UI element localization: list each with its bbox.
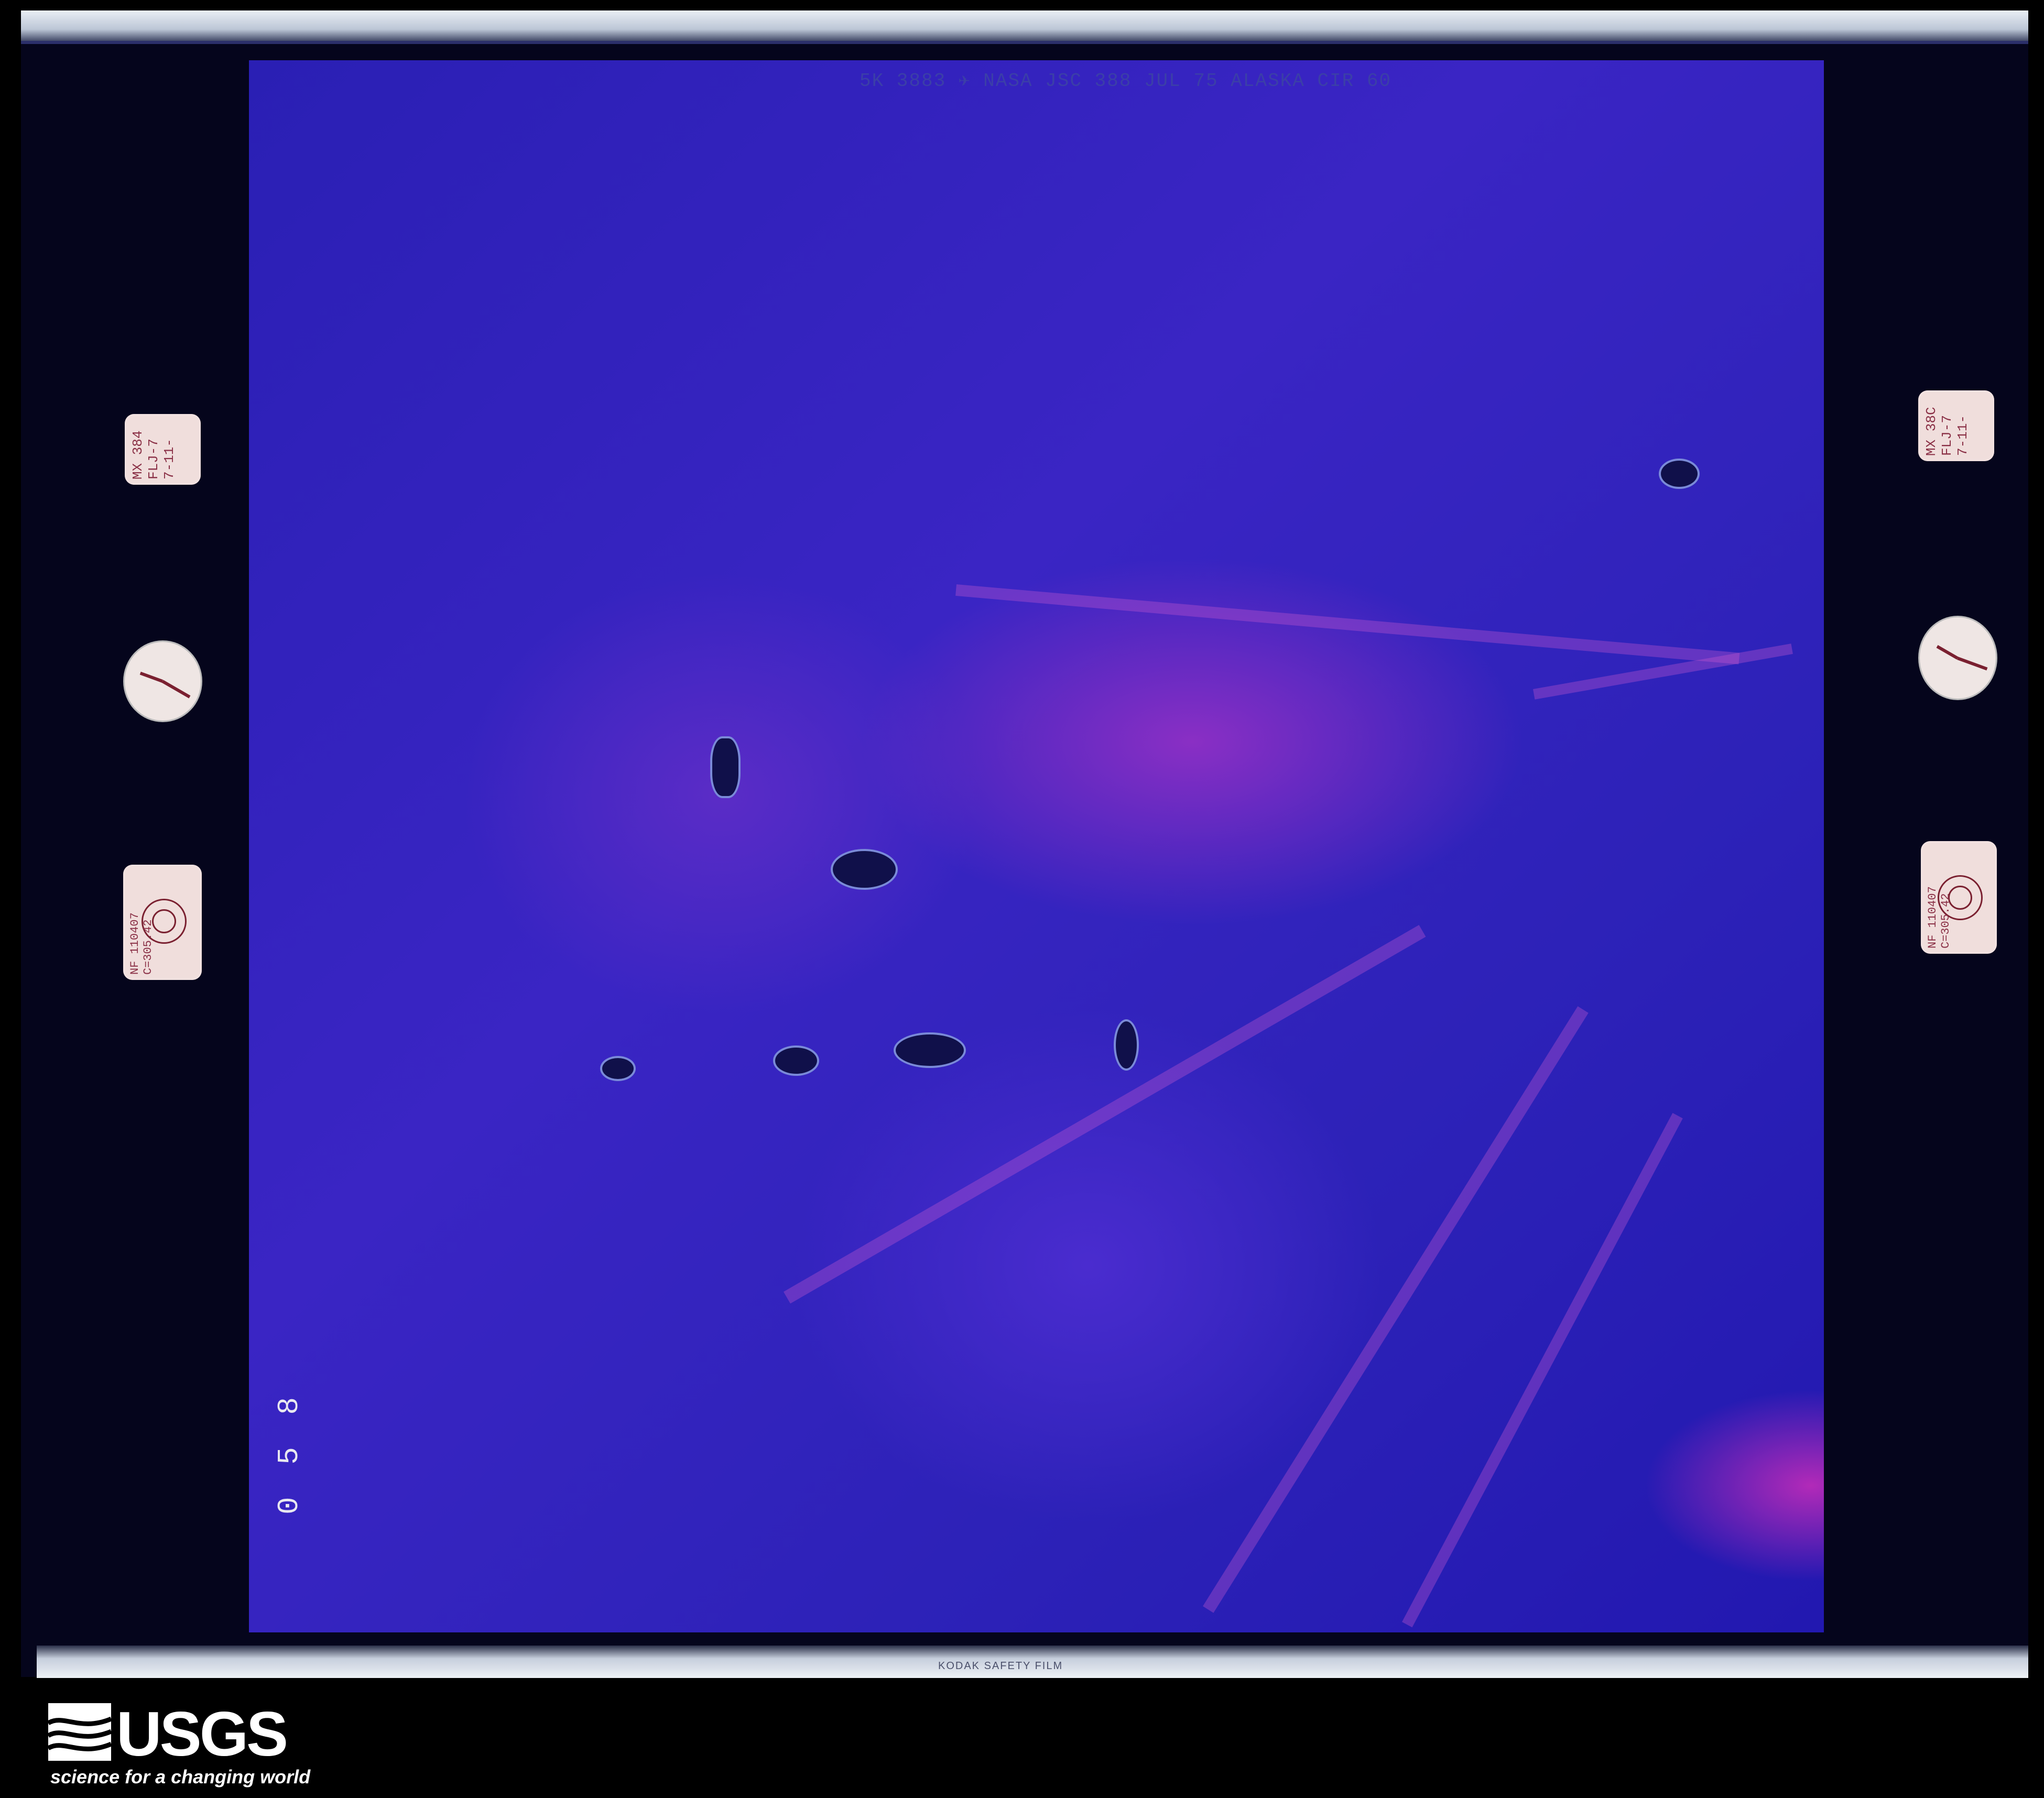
clock-hand <box>1936 645 1959 660</box>
lake <box>894 1032 966 1068</box>
target-card-right: NF 110407 C=305.42 <box>1921 841 1997 954</box>
usgs-wordmark: USGS <box>116 1699 288 1769</box>
clock-icon <box>1918 616 1997 700</box>
aerial-photograph <box>249 60 1824 1632</box>
target-card-left: NF 110407 C=305.42 <box>123 865 202 980</box>
film-top-line <box>21 41 2028 44</box>
lake <box>831 849 898 890</box>
river-channel <box>1402 1113 1683 1628</box>
river-channel <box>1203 1006 1589 1613</box>
clock-hand <box>1956 657 1988 671</box>
target-card-text: NF 110407 C=305.42 <box>128 912 155 975</box>
target-card-text: NF 110407 C=305.42 <box>1926 886 1952 949</box>
clock-hand <box>161 680 191 699</box>
mission-card-text: MX 384 FLJ-7 7-11- <box>130 430 177 480</box>
clock-hand <box>139 671 164 683</box>
film-brand-label: KODAK SAFETY FILM <box>938 1660 1063 1672</box>
lake <box>1659 459 1700 489</box>
lake <box>1114 1019 1139 1071</box>
usgs-tagline: science for a changing world <box>50 1766 311 1788</box>
frame-number: 0 5 8 <box>273 1389 306 1514</box>
lake <box>773 1045 819 1076</box>
mission-card-text: MX 38C FLJ-7 7-11- <box>1923 407 1971 456</box>
crosshair-target-icon <box>152 909 176 933</box>
usgs-logo: USGS science for a changing world <box>48 1699 310 1788</box>
clock-icon <box>123 640 202 722</box>
river-channel <box>784 925 1426 1304</box>
lake <box>710 736 741 798</box>
usgs-wave-icon <box>48 1703 111 1761</box>
frame-label: 5K 3883 ✈ NASA JSC 388 JUL 75 ALASKA CIR… <box>860 70 1392 92</box>
lake <box>600 1056 636 1081</box>
mission-card-right: MX 38C FLJ-7 7-11- <box>1918 390 1994 461</box>
film-top-edge <box>21 10 2028 42</box>
mission-card-left: MX 384 FLJ-7 7-11- <box>125 414 201 485</box>
river-channel <box>955 584 1740 664</box>
